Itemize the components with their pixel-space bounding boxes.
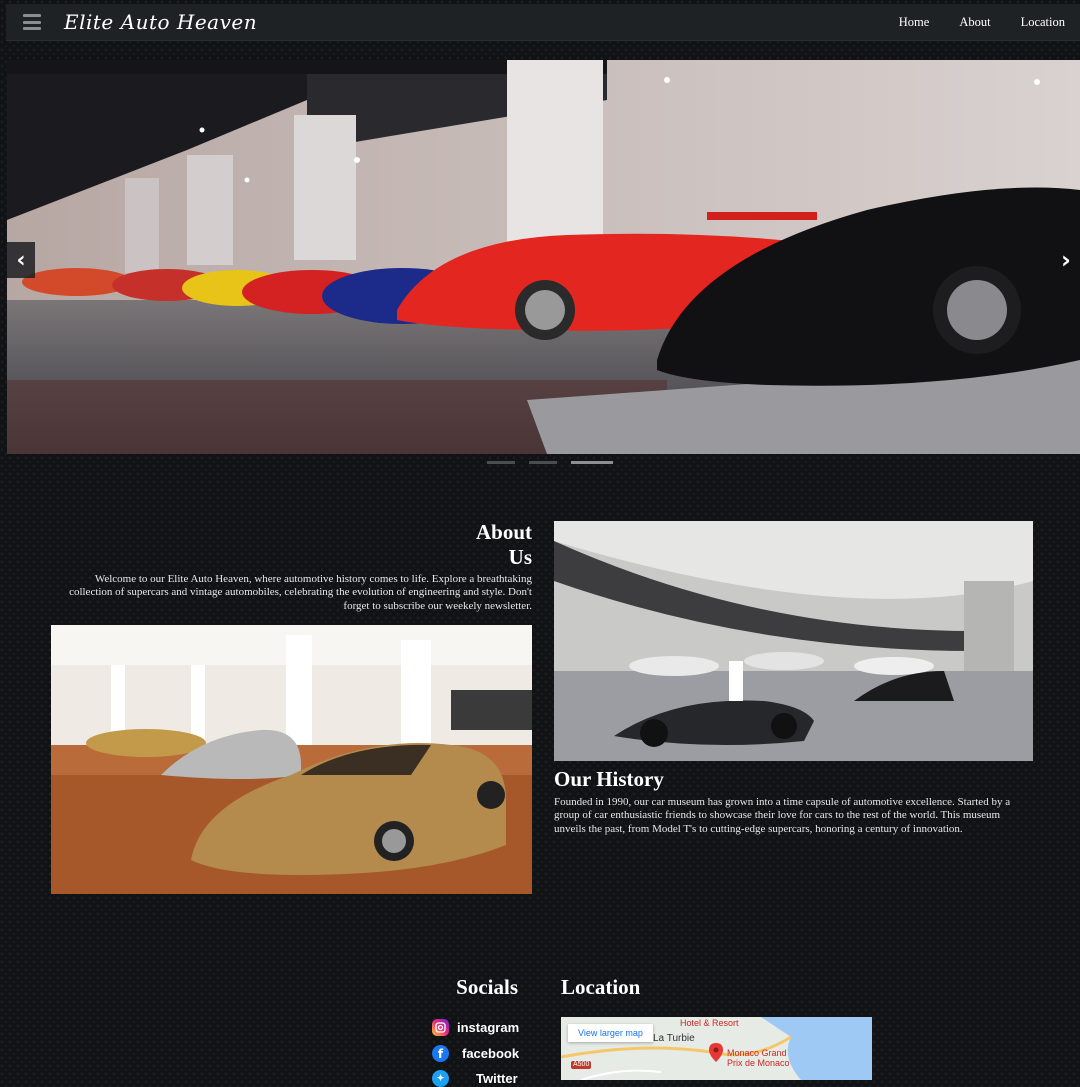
twitter-icon: ✦ <box>432 1070 449 1087</box>
history-text: Founded in 1990, our car museum has grow… <box>554 796 1011 835</box>
about-text: Welcome to our Elite Auto Heaven, where … <box>69 573 532 612</box>
about-title-line1: About <box>475 520 532 544</box>
location-map[interactable]: View larger map Hotel & Resort La Turbie… <box>561 1017 872 1080</box>
about-image-showroom <box>51 625 532 894</box>
social-label: instagram <box>457 1020 520 1035</box>
map-label-place: Monaco Grand Prix de Monaco <box>727 1048 790 1068</box>
map-label-place-line2: Prix de Monaco <box>727 1058 790 1068</box>
carousel-indicator-active[interactable] <box>571 461 613 464</box>
carousel-next-button[interactable]: › <box>1052 242 1080 278</box>
carousel-indicator[interactable] <box>529 461 557 464</box>
view-larger-map-link[interactable]: View larger map <box>568 1024 653 1042</box>
hamburger-menu-icon[interactable] <box>23 14 41 30</box>
carousel-indicator[interactable] <box>487 461 515 464</box>
history-title: Our History <box>554 767 664 791</box>
navbar: Elite Auto Heaven Home About Location <box>6 4 1080 41</box>
social-label: Twitter <box>476 1071 518 1086</box>
instagram-icon <box>432 1019 449 1036</box>
nav-link-location[interactable]: Location <box>1014 15 1072 30</box>
facebook-icon: f <box>432 1045 449 1062</box>
map-label-road: A500 <box>573 1061 590 1068</box>
carousel-indicators <box>487 461 613 464</box>
about-title-line2: Us <box>508 545 532 569</box>
nav-link-about[interactable]: About <box>952 15 997 30</box>
social-label: facebook <box>462 1046 520 1061</box>
location-title: Location <box>561 975 641 999</box>
nav-links: Home About Location <box>884 4 1080 40</box>
map-label-town: La Turbie <box>653 1033 695 1044</box>
carousel-prev-button[interactable]: ‹ <box>7 242 35 278</box>
socials-title: Socials <box>456 975 518 999</box>
social-link-facebook[interactable]: f facebook <box>432 1045 519 1062</box>
about-title: About Us <box>440 520 532 570</box>
hero-image-car-showroom <box>7 60 1080 454</box>
map-label-place-line1: Monaco Grand <box>727 1048 787 1058</box>
map-label-hotel: Hotel & Resort <box>680 1018 739 1028</box>
hero-carousel: ‹ › <box>7 60 1080 454</box>
brand-logo[interactable]: Elite Auto Heaven <box>64 10 257 34</box>
nav-link-home[interactable]: Home <box>892 15 937 30</box>
social-link-instagram[interactable]: instagram <box>432 1019 519 1036</box>
history-image-museum <box>554 521 1033 761</box>
social-link-twitter[interactable]: ✦ Twitter <box>432 1070 518 1087</box>
